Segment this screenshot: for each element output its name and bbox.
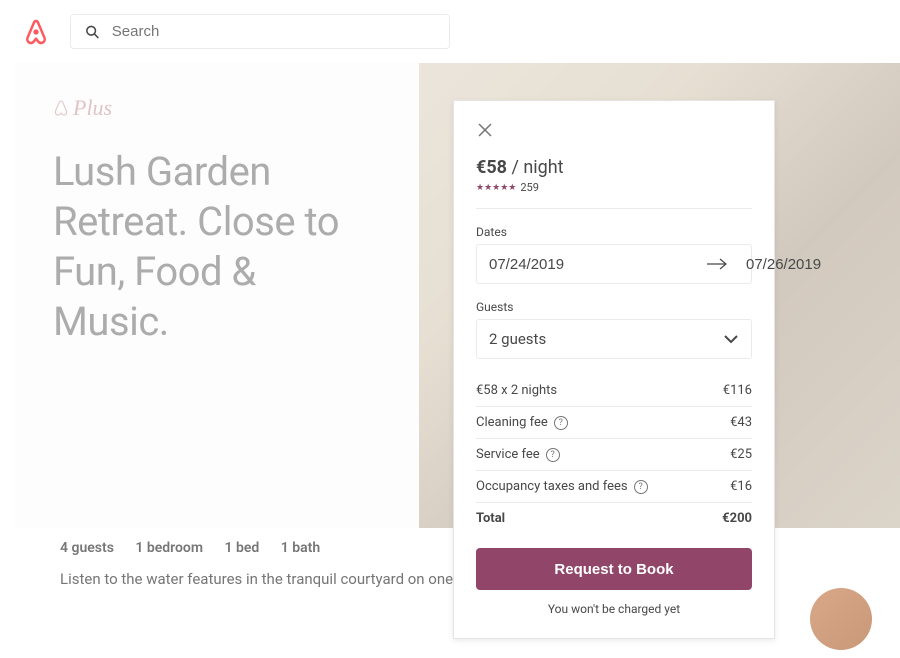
close-icon (478, 123, 492, 137)
request-to-book-button[interactable]: Request to Book (476, 548, 752, 590)
close-button[interactable] (476, 121, 494, 139)
cost-row: Service fee ? €25 (476, 439, 752, 471)
meta-beds: 1 bed (224, 540, 259, 556)
price-line: €58 / night (476, 157, 752, 178)
checkout-input[interactable] (734, 245, 900, 283)
cost-amount: €43 (730, 415, 752, 430)
arrow-right-icon (700, 258, 734, 270)
airbnb-logo-icon[interactable] (22, 18, 50, 46)
help-icon[interactable]: ? (554, 416, 568, 430)
checkin-input[interactable] (477, 245, 700, 283)
guests-label: Guests (476, 300, 752, 314)
search-input[interactable] (112, 23, 435, 40)
dates-label: Dates (476, 225, 752, 239)
booking-modal: €58 / night ★★★★★ 259 Dates Guests 2 gue… (453, 100, 775, 639)
search-box[interactable] (70, 14, 450, 49)
meta-baths: 1 bath (281, 540, 320, 556)
price-amount: €58 (476, 157, 507, 178)
star-icons: ★★★★★ (476, 183, 516, 193)
total-amount: €200 (722, 511, 752, 526)
plus-badge: Plus (53, 95, 381, 121)
chevron-down-icon (723, 334, 739, 344)
host-avatar[interactable] (810, 588, 872, 650)
listing-info-panel: Plus Lush Garden Retreat. Close to Fun, … (15, 63, 419, 528)
cost-breakdown: €58 x 2 nights €116 Cleaning fee ? €43 S… (476, 375, 752, 534)
search-icon (85, 24, 100, 40)
booking-disclaimer: You won't be charged yet (476, 602, 752, 616)
help-icon[interactable]: ? (634, 480, 648, 494)
meta-bedrooms: 1 bedroom (135, 540, 203, 556)
price-per-unit: / night (511, 157, 563, 178)
listing-title: Lush Garden Retreat. Close to Fun, Food … (53, 147, 381, 347)
meta-guests: 4 guests (60, 540, 114, 556)
cost-total-row: Total €200 (476, 503, 752, 534)
cost-row: €58 x 2 nights €116 (476, 375, 752, 407)
guests-select[interactable]: 2 guests (476, 319, 752, 359)
review-count: 259 (520, 181, 539, 194)
cost-label: Service fee ? (476, 447, 560, 462)
cost-label: Cleaning fee ? (476, 415, 568, 430)
cost-amount: €16 (730, 479, 752, 494)
cost-amount: €116 (723, 383, 752, 398)
airbnb-small-icon (53, 100, 69, 116)
cost-label: €58 x 2 nights (476, 383, 557, 398)
cost-row: Occupancy taxes and fees ? €16 (476, 471, 752, 503)
rating-line: ★★★★★ 259 (476, 181, 752, 209)
plus-badge-text: Plus (73, 95, 112, 121)
cost-label: Occupancy taxes and fees ? (476, 479, 648, 494)
header (0, 0, 900, 63)
total-label: Total (476, 511, 505, 526)
cost-amount: €25 (730, 447, 752, 462)
help-icon[interactable]: ? (546, 448, 560, 462)
guests-value: 2 guests (489, 330, 546, 348)
date-inputs (476, 244, 752, 284)
cost-row: Cleaning fee ? €43 (476, 407, 752, 439)
